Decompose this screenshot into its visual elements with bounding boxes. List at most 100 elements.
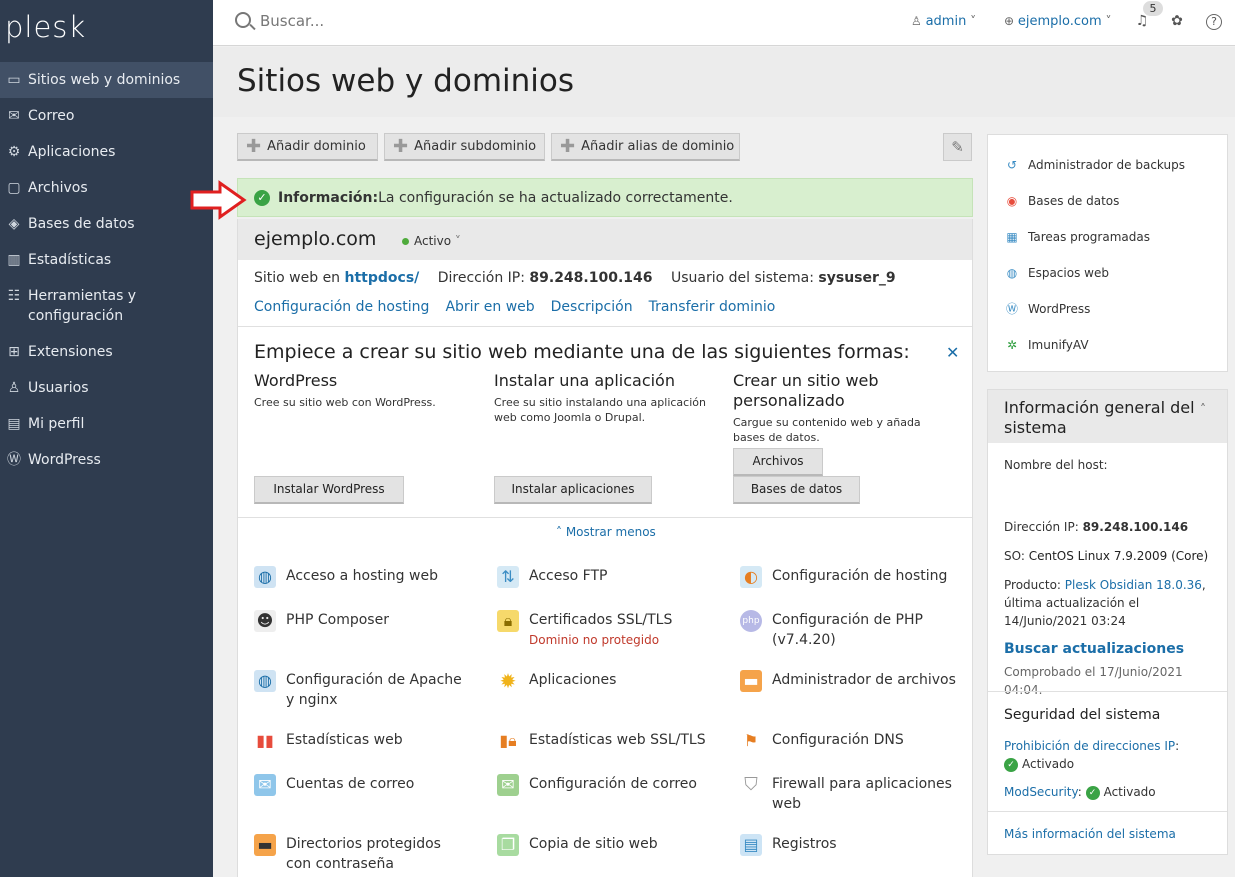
ip-ban-value: Activado [1022,757,1075,771]
transfer-domain-link[interactable]: Transferir dominio [649,299,776,315]
sidebar: plesk ▭ Sitios web y dominios ✉ Correo ⚙ Ap… [0,0,213,877]
more-info-link[interactable]: Más información del sistema [1004,825,1219,843]
tool-apache-nginx[interactable]: ◍ Configuración de Apache y nginx [254,670,469,710]
tool-label: Certificados SSL/TLS [529,612,673,628]
install-apps-button[interactable]: Instalar aplicaciones [494,476,652,504]
plesk-logo[interactable]: plesk [5,10,86,44]
link-scheduled-tasks[interactable]: ▦ Tareas programadas [1004,229,1150,245]
tool-web-hosting-access[interactable]: ◍ Acceso a hosting web [254,566,469,588]
product-link[interactable]: Plesk Obsidian 18.0.36 [1065,578,1202,592]
system-panel-header[interactable]: Información general del sistema ˄ [988,390,1227,443]
search-input[interactable]: Buscar... [260,12,324,30]
user-menu[interactable]: ♙ admin ˅ [911,14,976,29]
sidebar-item-mail[interactable]: ✉ Correo [0,106,213,126]
description-link[interactable]: Descripción [551,299,633,315]
sidebar-item-websites[interactable]: ▭ Sitios web y dominios [0,62,213,98]
sidebar-item-profile[interactable]: ▤ Mi perfil [0,414,213,434]
tool-label: PHP Composer [286,612,389,628]
sidebar-item-statistics[interactable]: ▥ Estadísticas [0,250,213,270]
support-icon[interactable]: ✿ [1168,12,1186,30]
tool-dns-settings[interactable]: ⚑ Configuración DNS [740,730,960,752]
stats-lock-icon: ▮🔒︎ [499,731,517,750]
tool-web-stats-ssl[interactable]: ▮🔒︎ Estadísticas web SSL/TLS [497,730,712,752]
help-icon[interactable]: ? [1206,14,1222,30]
chevron-up-icon[interactable]: ˄ [1200,402,1206,416]
hostname: Nombre del host: [1004,458,1108,472]
tool-waf[interactable]: ⛉ Firewall para aplicaciones web [740,774,960,814]
tool-ftp-access[interactable]: ⇅ Acceso FTP [497,566,712,588]
tool-file-manager[interactable]: ▬ Administrador de archivos [740,670,960,692]
sidebar-item-applications[interactable]: ⚙ Aplicaciones [0,142,213,162]
ip-label: Dirección IP: [1004,520,1083,534]
sidebar-item-files[interactable]: ▢ Archivos [0,178,213,198]
sidebar-item-databases[interactable]: ◈ Bases de datos [0,214,213,234]
check-updates-link[interactable]: Buscar actualizaciones [1004,640,1219,658]
link-backup-manager[interactable]: ↺ Administrador de backups [1004,157,1185,173]
mail-icon: ✉ [8,108,20,124]
sidebar-item-extensions[interactable]: ⊞ Extensiones [0,342,213,362]
domain-selector[interactable]: ⊕ ejemplo.com ˅ [1004,14,1111,29]
sidebar-item-tools[interactable]: ☷ Herramientas y configuración [0,286,213,326]
tool-web-stats[interactable]: ▮▮ Estadísticas web [254,730,469,752]
ip-ban-link[interactable]: Prohibición de direcciones IP [1004,739,1175,753]
tool-php-composer[interactable]: ☻ PHP Composer [254,610,469,632]
tool-label: Configuración DNS [772,732,904,748]
tool-mail-settings[interactable]: ✉ Configuración de correo [497,774,712,796]
tool-label: Acceso a hosting web [286,568,438,584]
chevron-down-icon: ˅ [1101,14,1112,28]
tool-label: Firewall para aplicaciones web [772,776,952,812]
link-databases[interactable]: ◉ Bases de datos [1004,193,1120,209]
tool-label: Configuración de Apache y nginx [286,672,462,708]
link-wordpress[interactable]: Ⓦ WordPress [1004,301,1090,317]
divider [988,811,1227,812]
option-app-title: Instalar una aplicación [494,371,675,390]
more-info-label[interactable]: Más información del sistema [1004,827,1176,841]
system-panel-title: Información general del sistema [1004,398,1195,437]
hosting-icon: ◐ [740,566,762,588]
domain-card: ejemplo.com Activo ˅ Sitio web en httpdo… [237,219,973,877]
show-less-link[interactable]: ˄ Mostrar menos [556,525,656,539]
add-subdomain-button[interactable]: ✚ Añadir subdominio [384,133,545,161]
search-icon [235,12,251,28]
tool-label: Administrador de archivos [772,672,956,688]
folder-icon: ▬ [740,670,762,692]
modsecurity-link[interactable]: ModSecurity [1004,785,1078,799]
sidebar-item-label: Mi perfil [28,416,85,432]
ssl-warning: Dominio no protegido [529,633,660,647]
tool-protected-dirs[interactable]: ▬ Directorios protegidos con contraseña [254,834,469,874]
system-ip: Dirección IP: 89.248.100.146 [1004,518,1219,536]
add-domain-button[interactable]: ✚ Añadir dominio [237,133,378,161]
ip-value: 89.248.100.146 [1082,520,1189,534]
quick-links-panel: ↺ Administrador de backups ◉ Bases de dato… [987,134,1228,372]
tool-logs[interactable]: ▤ Registros [740,834,960,856]
hosting-settings-link[interactable]: Configuración de hosting [254,299,429,315]
sidebar-item-users[interactable]: ♙ Usuarios [0,378,213,398]
sidebar-item-label: Archivos [28,180,88,196]
wrench-icon[interactable]: ✎ [943,133,972,161]
domain-name[interactable]: ejemplo.com [254,228,376,250]
install-wordpress-button[interactable]: Instalar WordPress [254,476,404,504]
files-button[interactable]: Archivos [733,448,823,476]
docroot-link[interactable]: httpdocs/ [345,270,420,286]
link-webspaces[interactable]: ◍ Espacios web [1004,265,1109,281]
add-domain-alias-button[interactable]: ✚ Añadir alias de dominio [551,133,740,161]
tool-ssl-certificates[interactable]: 🔒︎ Certificados SSL/TLS Dominio no protegi… [497,610,712,650]
tool-mail-accounts[interactable]: ✉ Cuentas de correo [254,774,469,796]
databases-button[interactable]: Bases de datos [733,476,860,504]
option-app-desc: Cree su sitio instalando una aplicación … [494,396,706,424]
imunify-icon: ✲ [1006,338,1018,352]
tool-hosting-settings[interactable]: ◐ Configuración de hosting [740,566,960,588]
tool-applications[interactable]: ✹ Aplicaciones [497,670,712,692]
option-wordpress-desc: Cree su sitio web con WordPress. [254,396,436,409]
open-web-link[interactable]: Abrir en web [445,299,534,315]
check-icon: ✓ [1004,757,1018,772]
tool-website-copy[interactable]: ❐ Copia de sitio web [497,834,712,856]
tool-php-settings[interactable]: php Configuración de PHP (v7.4.20) [740,610,960,650]
close-icon[interactable]: ✕ [946,343,959,362]
os-value: CentOS Linux 7.9.2009 (Core) [1028,549,1209,563]
check-updates-label[interactable]: Buscar actualizaciones [1004,641,1184,657]
sidebar-item-wordpress[interactable]: Ⓦ WordPress [0,450,213,470]
link-imunifyav[interactable]: ✲ ImunifyAV [1004,337,1089,353]
domain-status[interactable]: Activo ˅ [402,234,461,248]
divider [238,326,972,327]
